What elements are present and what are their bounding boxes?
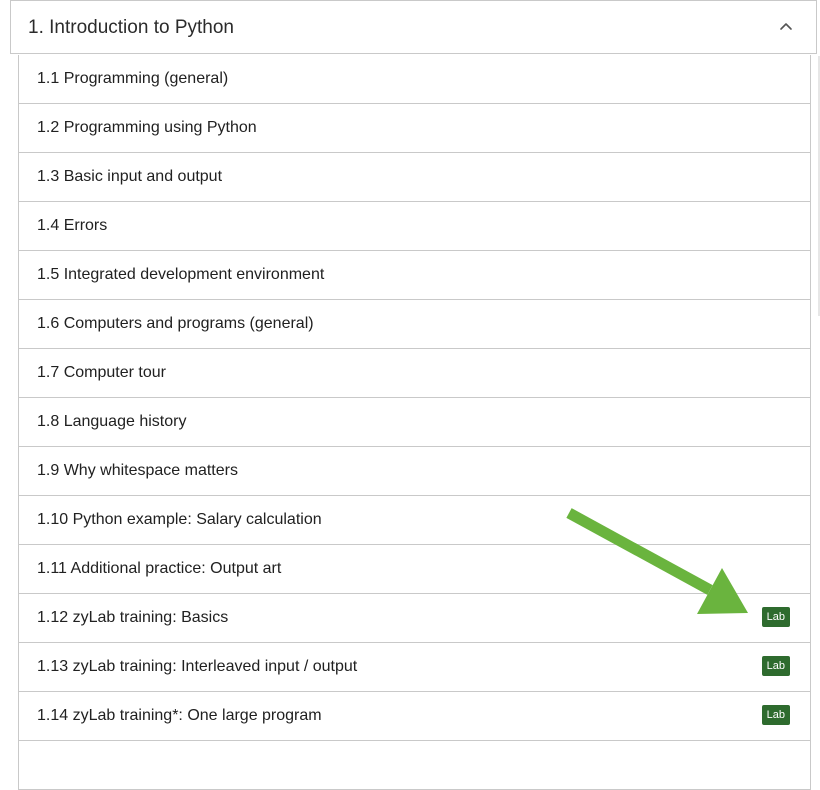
section-row[interactable]: 1.12 zyLab training: Basics Lab [19,594,810,643]
section-row[interactable] [19,741,810,790]
section-row[interactable]: 1.13 zyLab training: Interleaved input /… [19,643,810,692]
lab-badge: Lab [761,607,790,627]
section-label: 1.11 Additional practice: Output art [37,560,282,577]
section-row[interactable]: 1.5 Integrated development environment [19,251,810,300]
section-label: 1.13 zyLab training: Interleaved input /… [37,658,358,675]
section-label: 1.5 Integrated development environment [37,266,325,283]
lab-badge: Lab [761,656,790,676]
section-row[interactable]: 1.14 zyLab training*: One large program L… [19,692,810,741]
section-label: 1.3 Basic input and output [37,168,223,185]
chapter-title: 1. Introduction to Python [28,17,234,38]
section-row[interactable]: 1.3 Basic input and output [19,153,810,202]
section-row[interactable]: 1.11 Additional practice: Output art [19,545,810,594]
section-row[interactable]: 1.7 Computer tour [19,349,810,398]
chevron-up-icon[interactable] [778,18,794,34]
section-label: 1.9 Why whitespace matters [37,462,238,479]
section-row[interactable]: 1.2 Programming using Python [19,104,810,153]
section-row[interactable]: 1.9 Why whitespace matters [19,447,810,496]
section-label: 1.14 zyLab training*: One large program [37,707,322,724]
section-label: 1.10 Python example: Salary calculation [37,511,322,528]
lab-badge: Lab [761,705,790,725]
section-label: 1.7 Computer tour [37,364,166,381]
section-row[interactable]: 1.6 Computers and programs (general) [19,300,810,349]
section-row[interactable]: 1.8 Language history [19,398,810,447]
section-label: 1.8 Language history [37,413,187,430]
section-label: 1.12 zyLab training: Basics [37,609,229,626]
section-label: 1.1 Programming (general) [37,70,229,87]
section-row[interactable]: 1.4 Errors [19,202,810,251]
section-row[interactable]: 1.10 Python example: Salary calculation [19,496,810,545]
section-label: 1.6 Computers and programs (general) [37,315,314,332]
chapter-header[interactable]: 1. Introduction to Python [10,0,817,54]
section-list: 1.1 Programming (general) 1.2 Programming… [18,55,811,790]
section-row[interactable]: 1.1 Programming (general) [19,55,810,104]
section-label: 1.4 Errors [37,217,108,234]
section-label: 1.2 Programming using Python [37,119,257,136]
